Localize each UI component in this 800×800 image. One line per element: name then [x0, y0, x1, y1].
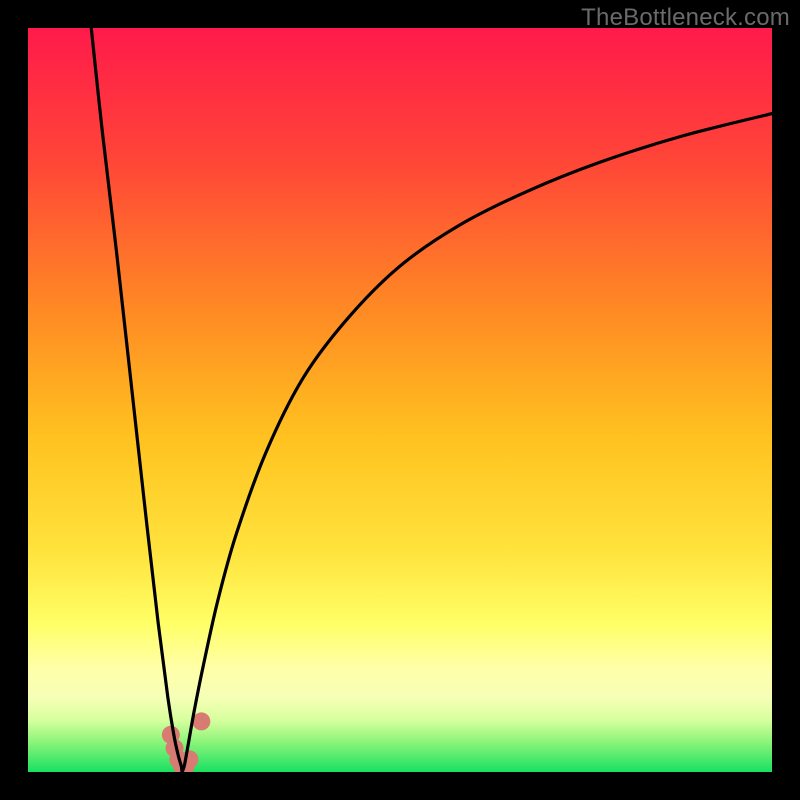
plot-svg — [28, 28, 772, 772]
watermark-text: TheBottleneck.com — [581, 4, 790, 32]
plot-area — [28, 28, 772, 772]
marker-dot — [192, 712, 210, 730]
gradient-background — [28, 28, 772, 772]
chart-frame: TheBottleneck.com — [0, 0, 800, 800]
